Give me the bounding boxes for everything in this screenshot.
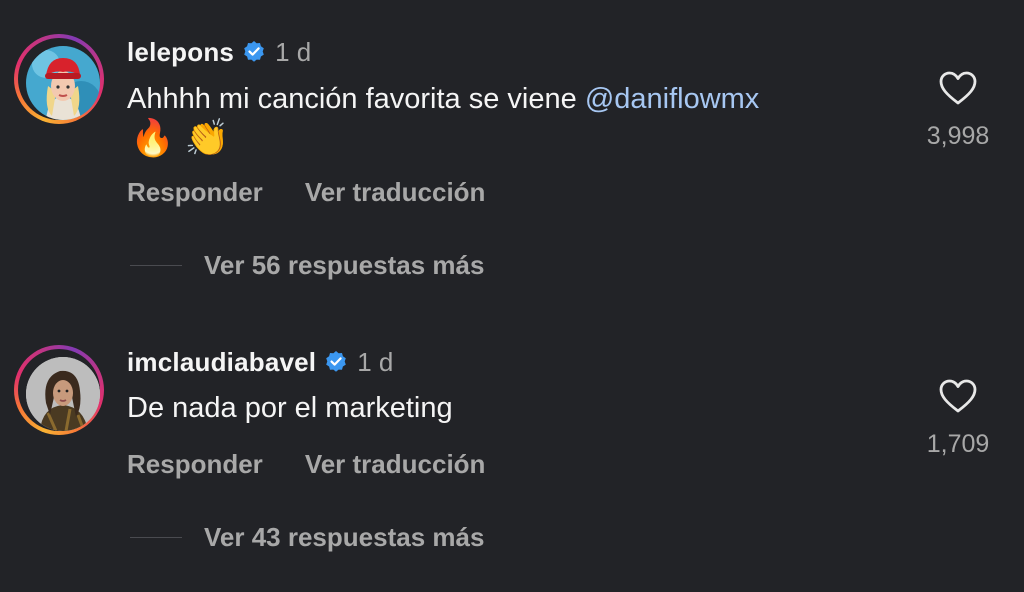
avatar-story-ring[interactable] — [14, 345, 104, 435]
view-replies-button[interactable]: Ver 43 respuestas más — [130, 522, 484, 553]
replies-divider — [130, 537, 182, 538]
heart-outline-icon[interactable] — [938, 378, 978, 414]
verified-badge-icon — [324, 350, 348, 374]
comment-item: imclaudiabavel 1 d De nada por el market… — [0, 0, 1024, 592]
username-link[interactable]: imclaudiabavel — [127, 347, 316, 378]
comment-actions: Responder Ver traducción — [127, 449, 485, 480]
avatar-gap — [18, 349, 100, 431]
comment-timestamp: 1 d — [357, 346, 394, 377]
translate-button[interactable]: Ver traducción — [305, 449, 486, 480]
reply-button[interactable]: Responder — [127, 449, 263, 480]
like-count: 1,709 — [926, 430, 990, 458]
view-replies-label: Ver 43 respuestas más — [204, 522, 485, 552]
comment-header: imclaudiabavel 1 d — [127, 346, 393, 378]
like-block: 1,709 — [908, 378, 1008, 459]
comment-text: De nada por el marketing — [127, 392, 453, 424]
avatar — [26, 357, 100, 431]
